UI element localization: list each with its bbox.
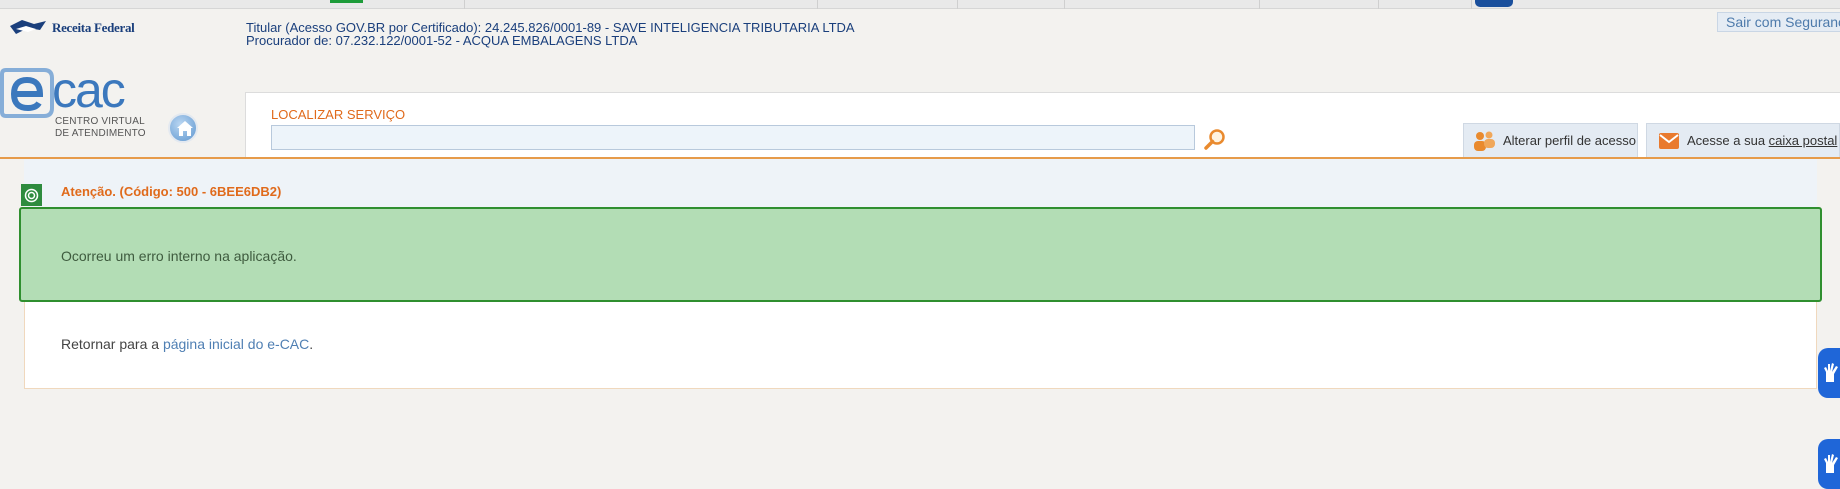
attention-icon	[24, 188, 39, 203]
mailbox-label: Acesse a sua caixa postal	[1687, 133, 1837, 148]
top-toolbar-strip	[0, 0, 1840, 9]
return-line: Retornar para a página inicial do e-CAC.	[61, 336, 313, 352]
return-suffix: .	[309, 336, 314, 352]
logout-button[interactable]: Sair com Seguranç	[1717, 12, 1840, 32]
receita-federal-logo-icon	[10, 20, 46, 34]
mailbox-link[interactable]: caixa postal	[1769, 133, 1838, 148]
toolbar-badge[interactable]	[1475, 0, 1513, 7]
search-input[interactable]	[271, 125, 1195, 150]
user-info: Titular (Acesso GOV.BR por Certificado):…	[246, 21, 855, 47]
return-home-link[interactable]: página inicial do e-CAC	[163, 336, 309, 352]
toolbar-separator	[957, 0, 958, 9]
vlibras-button-secondary[interactable]	[1818, 439, 1840, 489]
attention-header	[24, 159, 1817, 209]
ecac-logo-text: cac	[52, 62, 126, 118]
ecac-subtitle-line-2: DE ATENDIMENTO	[55, 128, 146, 139]
active-tab-indicator	[330, 0, 363, 3]
receita-federal-brand: Receita Federal	[52, 20, 135, 35]
mail-icon	[1659, 132, 1679, 149]
ecac-subtitle-line-1: CENTRO VIRTUAL	[55, 116, 145, 127]
receita-federal-logo[interactable]: Receita Federal	[8, 18, 135, 38]
ecac-e-logo-icon	[0, 68, 54, 118]
hand-libras-icon	[1824, 363, 1838, 382]
users-icon	[1474, 131, 1495, 151]
search-icon[interactable]	[1203, 127, 1227, 151]
toolbar-separator	[1064, 0, 1065, 9]
change-profile-label: Alterar perfil de acesso	[1503, 133, 1636, 148]
attention-badge	[21, 184, 42, 206]
alert-title: Atenção. (Código: 500 - 6BEE6DB2)	[61, 184, 282, 199]
mailbox-button[interactable]: Acesse a sua caixa postal	[1646, 123, 1840, 157]
return-prefix: Retornar para a	[61, 336, 163, 352]
toolbar-separator	[1378, 0, 1379, 9]
procurador-line: Procurador de: 07.232.122/0001-52 - ACQU…	[246, 33, 638, 48]
change-profile-button[interactable]: Alterar perfil de acesso	[1463, 123, 1638, 157]
toolbar-separator	[817, 0, 818, 9]
toolbar-separator	[464, 0, 465, 9]
home-button[interactable]	[168, 113, 198, 143]
mailbox-prefix: Acesse a sua	[1687, 133, 1769, 148]
home-icon	[177, 121, 193, 136]
toolbar-separator	[1259, 0, 1260, 9]
error-message: Ocorreu um erro interno na aplicação.	[61, 248, 297, 264]
toolbar-separator	[1471, 0, 1472, 9]
ecac-subtitle: CENTRO VIRTUAL DE ATENDIMENTO	[55, 116, 146, 140]
vlibras-button[interactable]	[1818, 348, 1840, 398]
search-label: LOCALIZAR SERVIÇO	[271, 107, 406, 122]
hand-libras-icon	[1824, 454, 1838, 473]
